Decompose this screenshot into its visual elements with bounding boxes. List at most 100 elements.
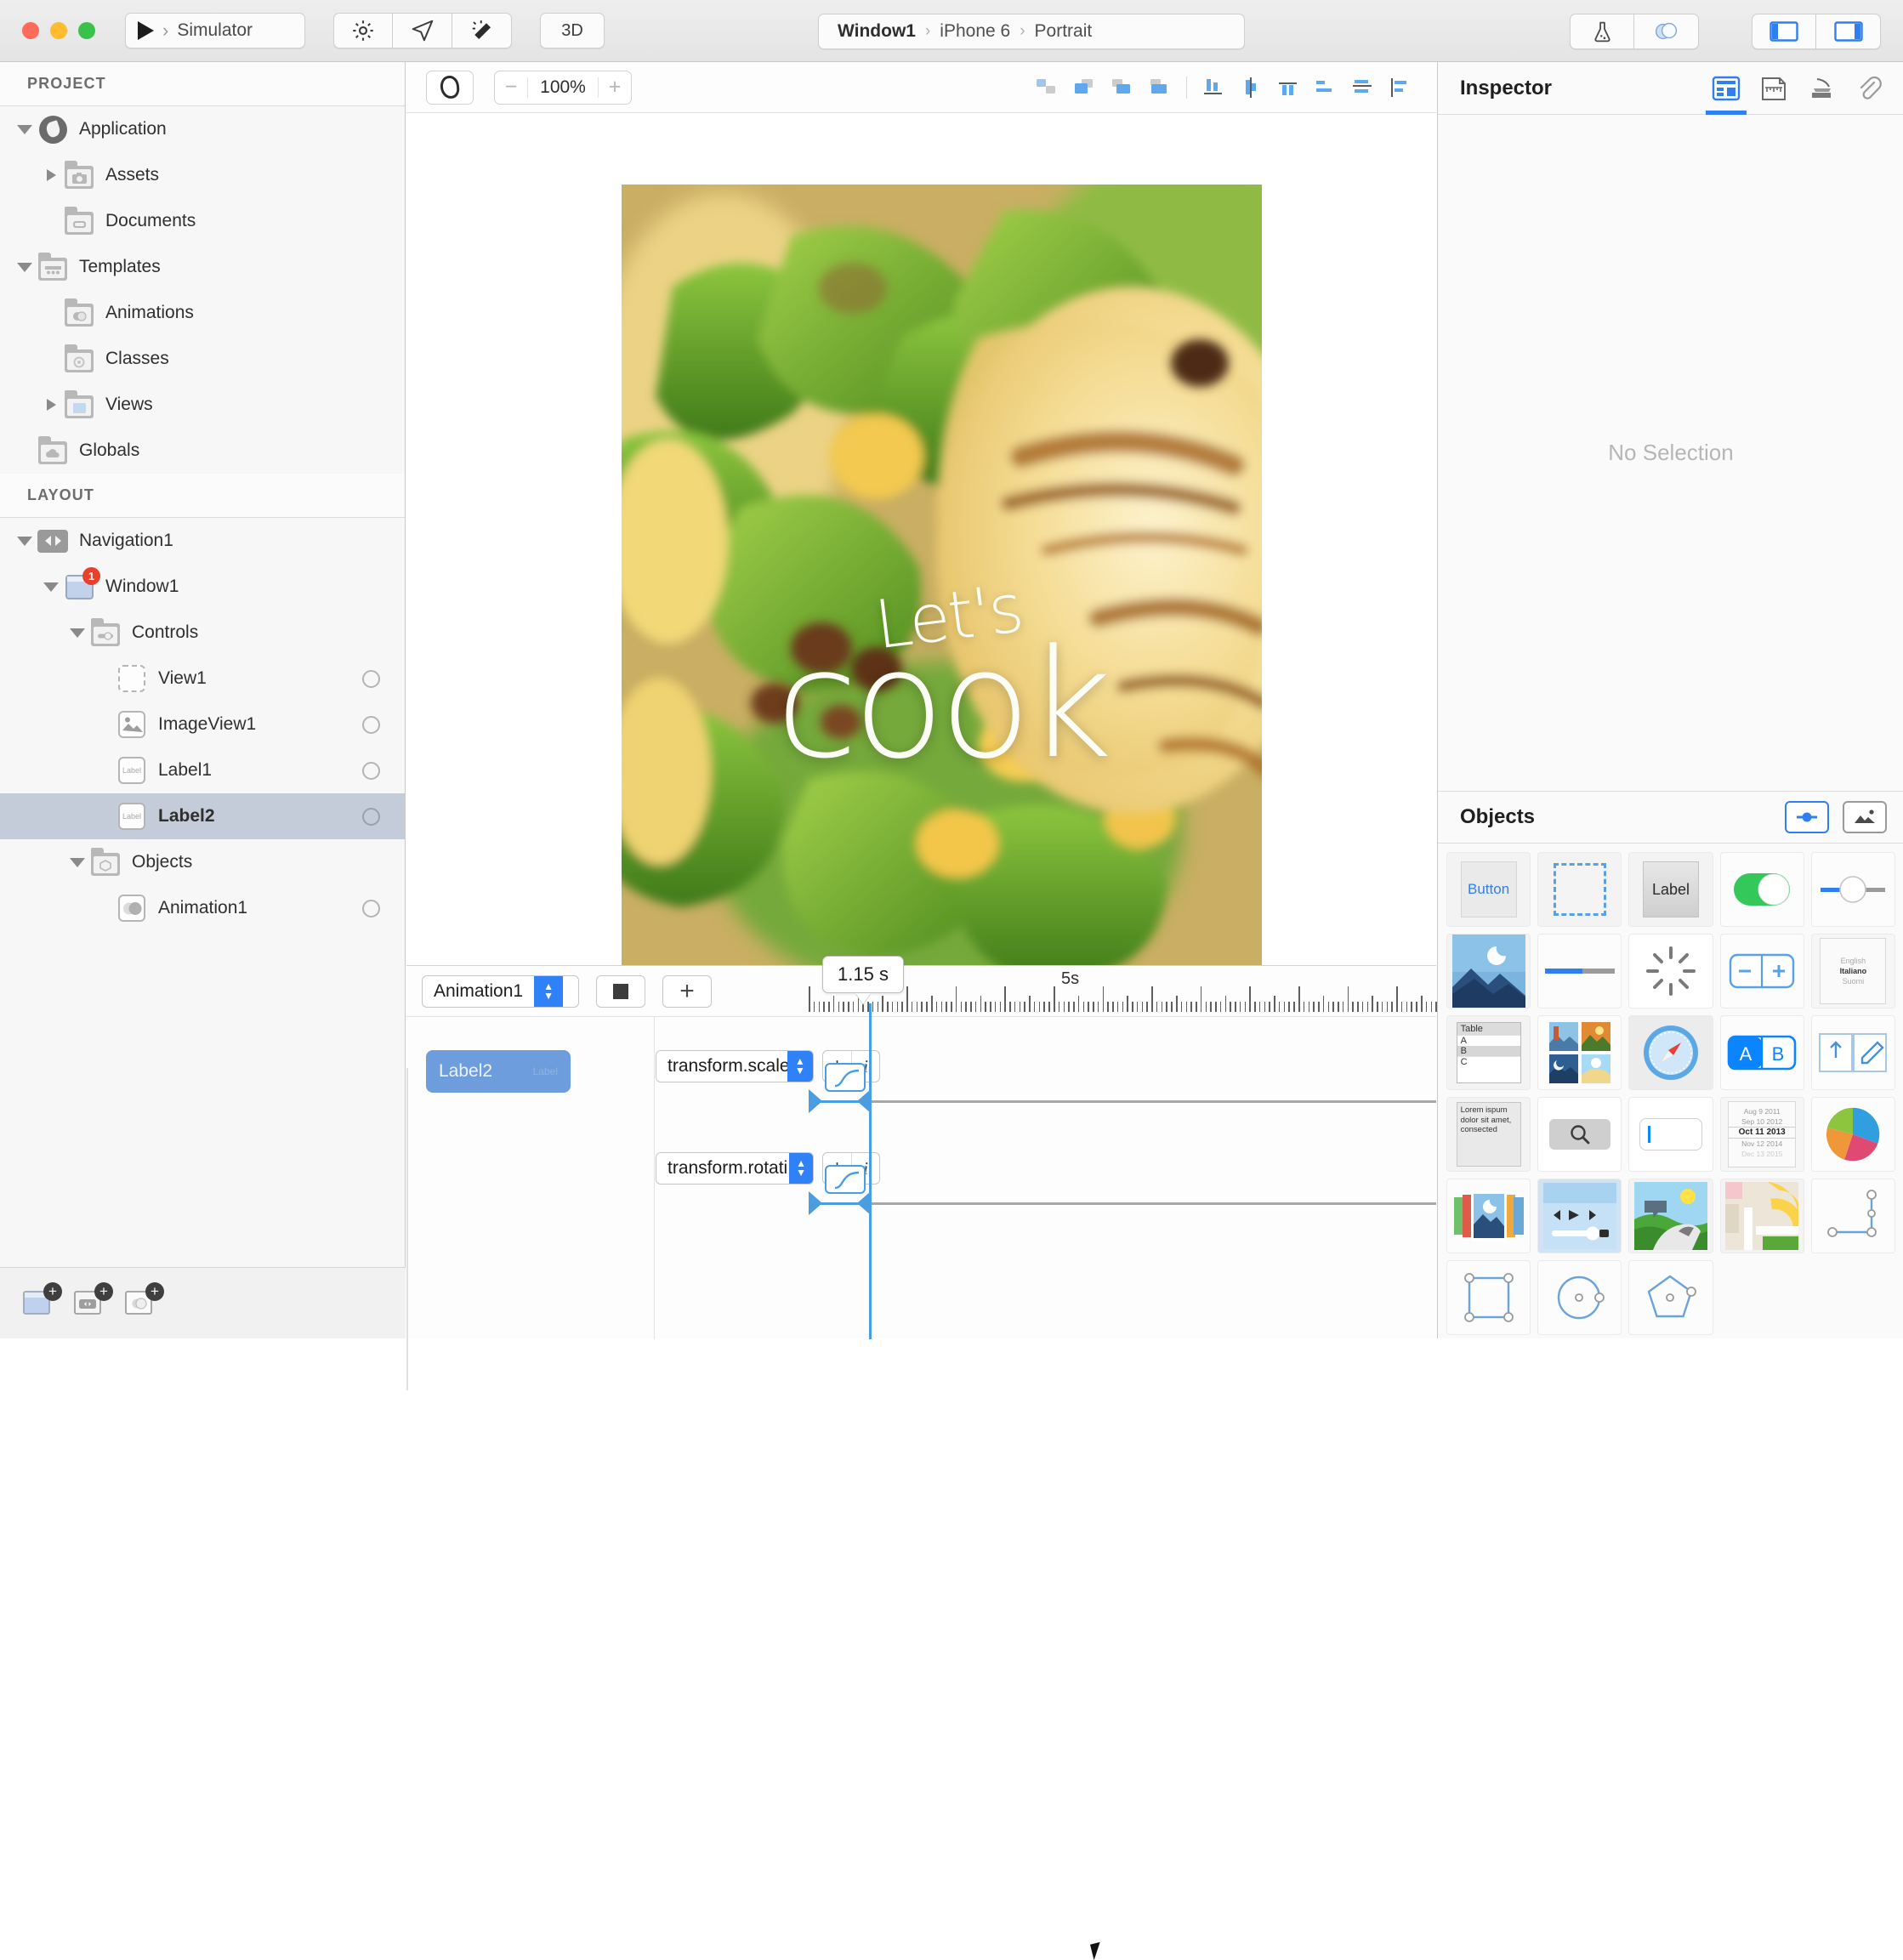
tab-events[interactable] [1804,71,1838,105]
stepper-object[interactable] [1719,934,1804,1008]
path-rect-object[interactable] [1446,1260,1531,1335]
tree-item-imageview1[interactable]: ImageView1 [0,702,405,747]
breadcrumb-orientation[interactable]: Portrait [1035,21,1093,42]
keyframe-start-marker[interactable] [809,1089,822,1113]
toggle-left-panel-button[interactable] [1752,14,1816,49]
tree-item-window1[interactable]: 1 Window1 [0,564,405,610]
disclosure-triangle-open[interactable] [70,857,85,867]
breadcrumb-device[interactable]: iPhone 6 [940,21,1010,42]
zoom-in-button[interactable]: + [599,75,631,99]
tree-item-controls[interactable]: Controls [0,610,405,656]
segmented-control-object[interactable]: AB [1719,1015,1804,1090]
keyframe-track-scale[interactable] [809,1063,1436,1113]
playhead[interactable] [869,1003,872,1339]
test-flask-button[interactable] [1570,14,1634,49]
toolbar-object[interactable] [1810,1015,1895,1090]
bring-front-button[interactable] [1066,71,1104,105]
path-line-object[interactable] [1810,1179,1895,1253]
breadcrumb-window[interactable]: Window1 [838,21,916,42]
path-circle-object[interactable] [1537,1260,1622,1335]
align-top-button[interactable] [1307,71,1344,105]
animation-select[interactable]: Animation1 ▲ ▼ [422,974,579,1008]
three-d-toggle-button[interactable]: 3D [540,13,605,48]
tree-item-classes[interactable]: Classes [0,336,405,382]
visibility-toggle[interactable] [362,899,380,918]
picker-object[interactable]: English Italiano Suomi [1810,934,1895,1008]
textfield-object[interactable] [1628,1097,1713,1172]
property-select-rotation[interactable]: transform.rotati... ▲ ▼ [656,1152,814,1185]
distribute-button[interactable] [1029,71,1066,105]
send-back-button[interactable] [1104,71,1141,105]
disclosure-triangle-closed[interactable] [46,399,56,411]
tree-item-application[interactable]: Application [0,106,405,152]
visibility-toggle[interactable] [362,761,380,780]
tree-item-label1[interactable]: Label Label1 [0,747,405,793]
progressbar-object[interactable] [1537,934,1622,1008]
timeline-object-chip[interactable]: Label2 Label [426,1050,571,1093]
tree-item-globals[interactable]: Globals [0,428,405,474]
breadcrumb[interactable]: Window1 › iPhone 6 › Portrait [818,14,1245,49]
webview-object[interactable] [1628,1015,1713,1090]
toggle-right-panel-button[interactable] [1816,14,1881,49]
tree-item-objects[interactable]: Objects [0,839,405,885]
textview-object[interactable]: Lorem ispum dolor sit amet, consected [1446,1097,1531,1172]
activity-indicator-object[interactable] [1628,934,1713,1008]
magic-button[interactable] [452,13,512,48]
visibility-toggle[interactable] [362,669,380,688]
tree-item-navigation1[interactable]: Navigation1 [0,518,405,564]
timeline-track-area[interactable]: 5s 1.15 s [809,956,1437,1339]
keyframe-start-marker[interactable] [809,1191,822,1215]
run-simulator-button[interactable]: › Simulator [125,13,305,48]
settings-button[interactable] [333,13,393,48]
carousel-object[interactable] [1446,1179,1531,1253]
add-navigation-button[interactable]: + [73,1281,113,1320]
add-object-button[interactable]: + [124,1281,164,1320]
tab-properties[interactable] [1706,71,1747,115]
property-select-scale[interactable]: transform.scale ▲ ▼ [656,1050,814,1082]
visibility-toggle[interactable] [362,715,380,734]
align-left-button[interactable] [1195,71,1232,105]
zoom-level-value[interactable]: 100% [527,77,599,98]
minimize-button[interactable] [50,22,67,39]
datepicker-object[interactable]: Aug 9 2011 Sep 10 2012 Oct 11 2013 Nov 1… [1719,1097,1804,1172]
add-window-button[interactable]: + [22,1281,62,1320]
tree-item-label2[interactable]: Label Label2 [0,793,405,839]
keyframe-track-rotation[interactable] [809,1165,1436,1215]
send-button[interactable] [393,13,452,48]
maximize-button[interactable] [78,22,95,39]
disclosure-triangle-open[interactable] [17,124,32,134]
scene-object[interactable] [1628,1179,1713,1253]
switch-object[interactable] [1719,852,1804,927]
add-animation-button[interactable]: + [662,974,712,1008]
tab-attachments[interactable] [1852,71,1886,105]
align-right-button[interactable] [1270,71,1307,105]
collection-view-object[interactable] [1537,1015,1622,1090]
tab-layout[interactable] [1757,71,1791,105]
group-button[interactable] [1141,71,1179,105]
disclosure-triangle-open[interactable] [43,582,59,592]
path-polygon-object[interactable] [1628,1260,1713,1335]
close-button[interactable] [22,22,39,39]
searchbar-object[interactable] [1537,1097,1622,1172]
disclosure-triangle-open[interactable] [70,628,85,638]
align-center-h-button[interactable] [1232,71,1270,105]
disclosure-triangle-open[interactable] [17,536,32,546]
tree-item-assets[interactable]: Assets [0,152,405,198]
media-player-object[interactable] [1537,1179,1622,1253]
visibility-toggle[interactable] [362,807,380,826]
zoom-out-button[interactable]: − [495,75,527,99]
imageview-object[interactable] [1446,934,1531,1008]
chart-object[interactable] [1810,1097,1895,1172]
slider-object[interactable] [1810,852,1895,927]
disclosure-triangle-open[interactable] [17,262,32,272]
tree-item-view1[interactable]: View1 [0,656,405,702]
layers-button[interactable] [1634,14,1699,49]
table-object[interactable]: Table A B C [1446,1015,1531,1090]
view-object[interactable] [1537,852,1622,927]
map-object[interactable] [1719,1179,1804,1253]
ease-in-out-icon[interactable] [825,1165,866,1194]
tree-item-animation1[interactable]: Animation1 [0,885,405,931]
stop-animation-button[interactable] [596,974,645,1008]
media-view-toggle[interactable] [1843,801,1887,833]
align-bottom-button[interactable] [1382,71,1419,105]
